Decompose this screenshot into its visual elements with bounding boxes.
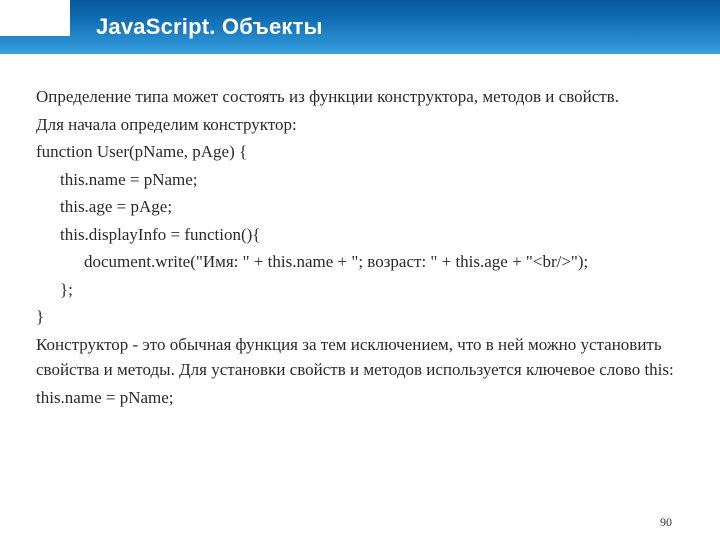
intro-paragraph-1: Определение типа может состоять из функц… (36, 84, 684, 110)
slide: JavaScript. Объекты Определение типа мож… (0, 0, 720, 540)
code-line: this.age = pAge; (36, 194, 684, 220)
code-line: } (36, 304, 684, 330)
slide-body: Определение типа может состоять из функц… (36, 84, 684, 500)
header-corner-accent (0, 0, 70, 36)
page-number: 90 (660, 515, 672, 530)
code-line: this.name = pName; (36, 167, 684, 193)
intro-paragraph-2: Для начала определим конструктор: (36, 112, 684, 138)
code-line: function User(pName, pAge) { (36, 139, 684, 165)
code-line: this.displayInfo = function(){ (36, 222, 684, 248)
outro-paragraph-2: this.name = pName; (36, 385, 684, 411)
code-line: document.write("Имя: " + this.name + "; … (36, 249, 684, 275)
code-line: }; (36, 277, 684, 303)
slide-title: JavaScript. Объекты (96, 14, 323, 40)
outro-paragraph-1: Конструктор - это обычная функция за тем… (36, 332, 684, 383)
